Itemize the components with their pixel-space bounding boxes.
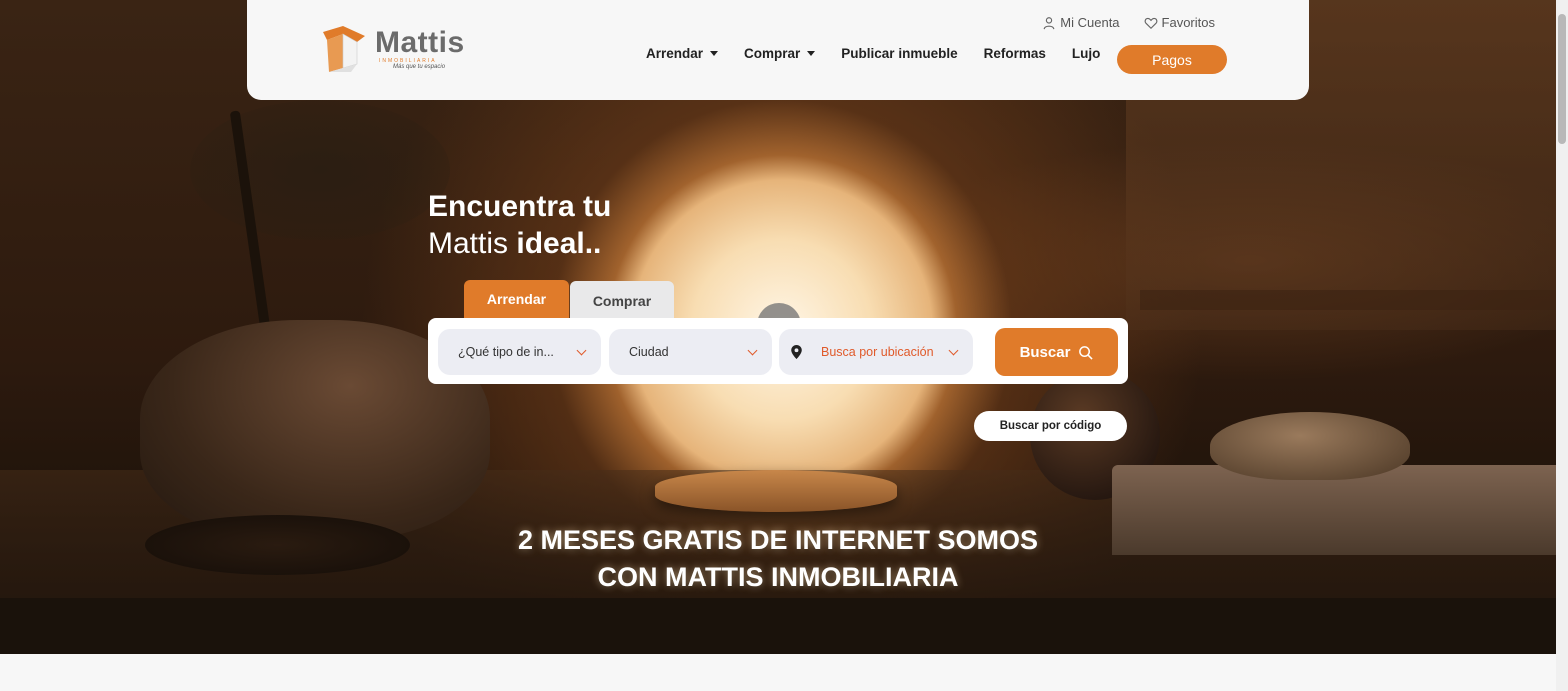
promo-banner: 2 MESES GRATIS DE INTERNET SOMOS CON MAT… [0, 522, 1556, 596]
page-bottom [0, 654, 1556, 691]
nav-arrendar[interactable]: Arrendar [646, 46, 719, 61]
account-link[interactable]: Mi Cuenta [1042, 15, 1120, 30]
promo-line-2: CON MATTIS INMOBILIARIA [597, 562, 959, 592]
location-select[interactable]: Busca por ubicación [779, 329, 973, 375]
page: Mattis INMOBILIARIA Más que tu espacio M… [0, 0, 1568, 691]
table-edge [0, 598, 1556, 654]
user-icon [1043, 16, 1055, 29]
site-header: Mattis INMOBILIARIA Más que tu espacio M… [247, 0, 1309, 100]
logo-tagline: Más que tu espacio [393, 64, 446, 70]
chevron-down-icon [576, 345, 587, 356]
tab-arrendar[interactable]: Arrendar [464, 280, 569, 320]
map-pin-icon [791, 345, 802, 359]
headline-prefix: Mattis [428, 227, 517, 260]
nav-reformas[interactable]: Reformas [984, 46, 1046, 61]
caret-down-icon [710, 51, 719, 56]
pagos-button[interactable]: Pagos [1117, 45, 1227, 74]
location-placeholder: Busca por ubicación [821, 345, 934, 359]
search-icon [1079, 345, 1094, 360]
stone [1210, 412, 1410, 480]
scrollbar[interactable] [1556, 0, 1568, 691]
nav-arrendar-label: Arrendar [646, 46, 704, 61]
shelf [1140, 290, 1556, 310]
caret-down-icon [807, 51, 816, 56]
hero-headline: Encuentra tu Mattis ideal.. [428, 190, 611, 264]
lamp-base [655, 470, 897, 512]
bonsai-leaves [190, 100, 450, 240]
favorites-link[interactable]: Favoritos [1144, 15, 1215, 30]
property-type-value: ¿Qué tipo de in... [458, 345, 554, 359]
top-links: Mi Cuenta Favoritos [1042, 15, 1215, 30]
scroll-thumb[interactable] [1558, 14, 1566, 144]
headline-line-1: Encuentra tu [428, 190, 612, 223]
property-type-select[interactable]: ¿Qué tipo de in... [438, 329, 601, 375]
nav-publicar[interactable]: Publicar inmueble [841, 46, 957, 61]
chevron-down-icon [747, 345, 758, 356]
search-bar: ¿Qué tipo de in... Ciudad Busca por ubic… [428, 318, 1128, 384]
account-label: Mi Cuenta [1060, 15, 1120, 30]
heart-icon [1144, 17, 1157, 29]
search-button-label: Buscar [1019, 343, 1071, 361]
headline-bold: ideal.. [516, 227, 602, 260]
promo-line-1: 2 MESES GRATIS DE INTERNET SOMOS [517, 525, 1039, 555]
tab-comprar[interactable]: Comprar [570, 281, 674, 321]
logo-wordmark: Mattis [375, 26, 465, 59]
search-by-code-button[interactable]: Buscar por código [974, 411, 1127, 441]
nav-comprar-label: Comprar [744, 46, 801, 61]
nav-lujo[interactable]: Lujo [1072, 46, 1101, 61]
chevron-down-icon [948, 345, 959, 356]
favorites-label: Favoritos [1161, 15, 1215, 30]
city-select[interactable]: Ciudad [609, 329, 772, 375]
logo-house-icon [323, 26, 365, 72]
logo[interactable]: Mattis INMOBILIARIA Más que tu espacio [321, 24, 471, 76]
main-nav: Arrendar Comprar Publicar inmueble Refor… [646, 46, 1126, 61]
search-button[interactable]: Buscar [995, 328, 1118, 376]
city-value: Ciudad [629, 345, 669, 359]
nav-comprar[interactable]: Comprar [744, 46, 816, 61]
headline-line-2: Mattis ideal.. [428, 224, 611, 264]
